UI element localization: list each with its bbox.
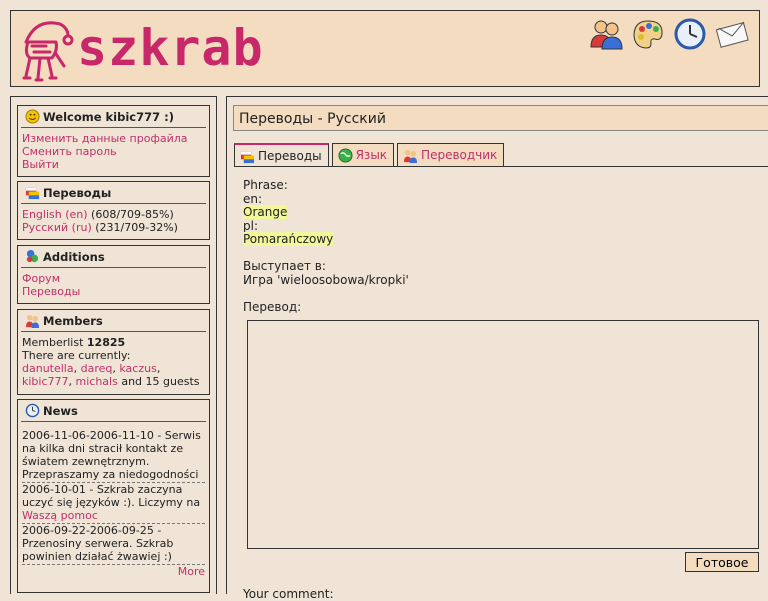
translation-label: Перевод: — [243, 299, 302, 314]
memberlist-row: Memberlist 12825 — [22, 336, 126, 349]
mail-icon[interactable] — [715, 17, 749, 51]
welcome-box: Welcome kibic777 :) Изменить данные проф… — [17, 105, 210, 177]
user-link[interactable]: kibic777 — [22, 375, 69, 388]
users-icon — [403, 149, 418, 163]
news-item: 2006-09-22-2006-09-25 - Przenosiny serwe… — [22, 524, 205, 565]
translations-box: Переводы English (en) (608/709-85%) Русс… — [17, 181, 210, 240]
tab-translator[interactable]: Переводчик — [397, 143, 505, 167]
palette-icon[interactable] — [631, 17, 665, 51]
welcome-title: Welcome kibic777 :) — [21, 106, 206, 128]
memberlist-count: 12825 — [86, 336, 126, 349]
comment-label: Your comment: — [243, 587, 334, 601]
currently-online-label: There are currently: — [22, 349, 131, 362]
lang-english-link[interactable]: English (en) — [22, 208, 88, 221]
flags-icon — [25, 187, 40, 200]
forum-link[interactable]: Форум — [22, 272, 205, 285]
phrase-label: Phrase: — [243, 178, 288, 192]
submit-button[interactable]: Готовое — [685, 552, 759, 572]
lang-russian-link[interactable]: Русский (ru) — [22, 221, 92, 234]
translations-title: Переводы — [21, 182, 206, 204]
online-users: danutella, dareq, kaczus, kibic777, mich… — [22, 362, 200, 388]
main-content: Переводы - Русский Переводы Язык Перевод… — [226, 96, 768, 601]
tab-bar: Переводы Язык Переводчик — [234, 143, 505, 167]
additions-title: Additions — [21, 246, 206, 268]
user-link[interactable]: kaczus — [119, 362, 156, 375]
sidebar: Welcome kibic777 :) Изменить данные проф… — [10, 96, 217, 594]
lang-english-stats: (608/709-85%) — [91, 208, 174, 221]
members-box: Members Memberlist 12825 There are curre… — [17, 309, 210, 395]
clock-icon — [25, 403, 40, 418]
gnome-logo-icon[interactable] — [16, 14, 80, 84]
smiley-icon — [25, 109, 40, 124]
additions-icon — [26, 249, 39, 263]
lang-russian-stats: (231/709-32%) — [95, 221, 178, 234]
members-title: Members — [21, 310, 206, 332]
source-phrase: Orange — [243, 205, 288, 219]
tab-language[interactable]: Язык — [331, 143, 395, 167]
additions-box: Additions Форум Переводы — [17, 245, 210, 304]
header-icons — [589, 17, 749, 51]
appears-label: Выступает в: — [243, 259, 326, 273]
user-link[interactable]: danutella — [22, 362, 74, 375]
news-more-link[interactable]: More — [178, 565, 205, 578]
clock-icon[interactable] — [673, 17, 707, 51]
news-title: News — [21, 400, 206, 422]
members-icon — [25, 314, 40, 328]
guests-count: and 15 guests — [121, 375, 200, 388]
source-lang-label: en: — [243, 191, 263, 206]
page-title: Переводы - Русский — [233, 105, 768, 131]
help-link[interactable]: Waszą pomoc — [22, 509, 98, 522]
tab-divider — [234, 166, 768, 167]
flags-icon — [240, 151, 255, 164]
news-item: 2006-10-01 - Szkrab zaczyna uczyć się ję… — [22, 483, 205, 524]
site-header: szkrab — [10, 10, 760, 87]
logout-link[interactable]: Выйти — [22, 158, 205, 171]
translation-form: Phrase: en: Orange pl: Pomarańczowy Выст… — [243, 178, 763, 314]
tab-translations[interactable]: Переводы — [234, 143, 329, 167]
news-item: 2006-11-06-2006-11-10 - Serwis na kilka … — [22, 429, 205, 483]
translation-textarea[interactable] — [247, 320, 759, 549]
translations-link[interactable]: Переводы — [22, 285, 205, 298]
news-box: News 2006-11-06-2006-11-10 - Serwis na k… — [17, 399, 210, 593]
globe-icon — [338, 148, 353, 163]
users-icon[interactable] — [589, 17, 623, 51]
site-logo-text[interactable]: szkrab — [77, 19, 264, 77]
appears-value: Игра 'wieloosobowa/kropki' — [243, 272, 409, 287]
target-lang-label: pl: — [243, 218, 258, 233]
target-phrase: Pomarańczowy — [243, 232, 334, 246]
user-link[interactable]: dareq — [81, 362, 113, 375]
edit-profile-link[interactable]: Изменить данные профайла — [22, 132, 205, 145]
user-link[interactable]: michals — [76, 375, 118, 388]
change-password-link[interactable]: Сменить пароль — [22, 145, 205, 158]
